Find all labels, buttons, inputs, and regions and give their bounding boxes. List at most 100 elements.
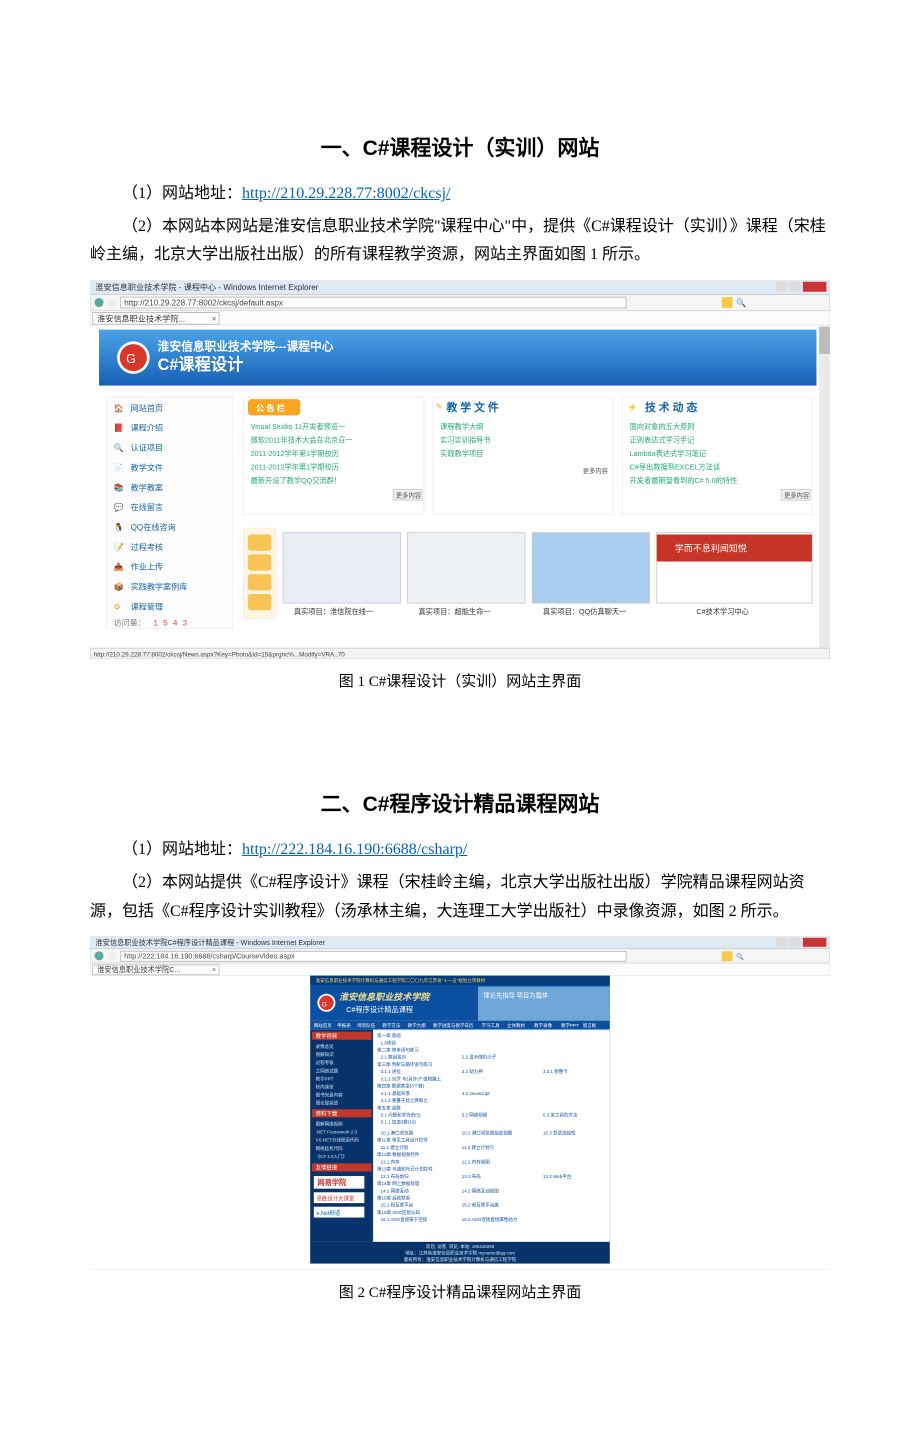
technews-item[interactable]: 面向对象的五大原则 [630, 422, 695, 431]
menu-item[interactable]: 立体教材 [507, 1023, 525, 1030]
content-row[interactable]: 5.2 网络视频 [462, 1112, 488, 1119]
content-row[interactable]: 第三章 判断与循环语句练习 [377, 1061, 432, 1068]
content-row[interactable]: 15.2 和互联平台路 [462, 1202, 500, 1209]
nav-cert[interactable]: 认证项目 [131, 443, 163, 453]
back-icon[interactable] [95, 298, 104, 307]
f2-tab[interactable]: 淮安信息职业技术学院C... [97, 965, 180, 974]
content-row[interactable]: 第五章 函数 [377, 1105, 401, 1112]
nav-cases[interactable]: 实践教学案例库 [131, 582, 188, 592]
content-row[interactable]: 14.1 网络互动 [381, 1188, 410, 1195]
bulletin-item[interactable]: 2011-2012学年第1学期校历 [251, 449, 339, 458]
tab-icon[interactable] [248, 594, 271, 610]
sb-item[interactable]: 教学PPT [316, 1076, 334, 1083]
tab-icon[interactable] [248, 574, 271, 590]
tab-icon[interactable] [248, 535, 271, 551]
refresh-icon[interactable] [722, 297, 733, 308]
sb-item[interactable]: 过程考核 [316, 1060, 334, 1067]
content-row[interactable]: 3.1.2 包罗 与(另外)个值和趣上 [381, 1076, 442, 1083]
content-row[interactable]: 11.2 建立计划只 [462, 1144, 495, 1151]
f2-urlbar[interactable]: http://222.184.16.190:6688/csharp/Course… [124, 952, 295, 961]
content-row[interactable]: 第13章 与通知与已计划控件 [377, 1166, 433, 1173]
content-row[interactable]: 14.2 网络互动视图 [462, 1188, 500, 1195]
content-row[interactable]: 3.2 助力神 [462, 1069, 484, 1076]
section2-url[interactable]: http://222.184.16.190:6688/csharp/ [242, 841, 467, 858]
nav-msg[interactable]: 在线留言 [131, 502, 163, 512]
sb-link[interactable]: 思胜设计大课堂 [317, 1195, 355, 1203]
f1-urlbar[interactable]: http://210.29.228.77:8002/ckcsj/default.… [124, 298, 283, 307]
content-row[interactable]: 第16章 ADO区别认知 [377, 1209, 421, 1216]
back-icon[interactable] [95, 952, 104, 961]
content-row[interactable]: 15.1 和互联平台 [381, 1202, 414, 1209]
f1-tab[interactable]: 淮安信息职业技术学院... [97, 314, 185, 324]
content-row[interactable]: 第11章 常见工具设计控件 [377, 1137, 428, 1144]
technews-item[interactable]: Lambda表达式学习笔记 [630, 449, 706, 458]
thumb-label[interactable]: 真实项目：淮信院在线一 [294, 607, 373, 616]
more-link[interactable]: 更多内容 [784, 491, 810, 500]
sb-link[interactable]: 网易学院 [317, 1178, 347, 1187]
thumb-label[interactable]: 真实项目：QQ仿真聊天一 [543, 607, 626, 616]
content-row[interactable]: 3.1.1 进位 [381, 1069, 402, 1076]
menu-item[interactable]: 教学进度与教学日历 [433, 1023, 474, 1030]
sb-link[interactable]: e.Net频道 [317, 1209, 341, 1217]
sb-item[interactable]: 网络挂机代码 [316, 1145, 343, 1152]
teachfile-item[interactable]: 实习实训指导书 [440, 436, 490, 445]
content-row[interactable]: 4.1.1 基础背景 [381, 1090, 411, 1097]
content-row[interactable]: 13.3 Web平台 [543, 1173, 572, 1180]
content-row[interactable]: 4.2 Javascript [462, 1091, 491, 1096]
nav-qq[interactable]: QQ在线咨询 [131, 522, 176, 532]
nav-files[interactable]: 教学文件 [131, 463, 163, 473]
sb-item[interactable]: 图书光盘内容 [316, 1092, 343, 1099]
close-icon[interactable]: × [212, 965, 216, 974]
more-link[interactable]: 更多内容 [396, 491, 422, 500]
content-row[interactable]: 4.1.2 重叠于此之两和之 [381, 1097, 429, 1104]
menu-item[interactable]: 教学方法 [382, 1023, 400, 1030]
forward-icon[interactable] [107, 298, 116, 307]
thumb-label[interactable]: C#技术学习中心 [696, 607, 748, 616]
nav-exam[interactable]: 过程考核 [131, 542, 163, 552]
technews-item[interactable]: 开发者最期望看到的C# 5.0的特性 [630, 476, 738, 485]
sb-item[interactable]: 《C# 4.0入门》 [316, 1153, 347, 1160]
sb-item[interactable]: 图解知识 [316, 1051, 334, 1058]
content-row[interactable]: 第一章 基础 [377, 1032, 401, 1039]
menu-item[interactable]: 学习工具 [482, 1023, 500, 1030]
teachfile-item[interactable]: 实践教学项目 [440, 449, 483, 458]
menu-item[interactable]: 教学录像 [534, 1023, 552, 1030]
technews-item[interactable]: 正则表达式学习手记 [630, 436, 695, 445]
menu-item[interactable]: 留言板 [583, 1023, 597, 1030]
bulletin-item[interactable]: Visual Studio 11开发者预览一 [251, 422, 346, 431]
content-row[interactable]: 1.0体验 [381, 1040, 397, 1047]
content-row[interactable]: 5.3 某工具的方法 [543, 1112, 578, 1119]
content-row[interactable]: 5.1 问题和字符串(5) [381, 1112, 422, 1119]
sb-item[interactable]: 校内课堂 [316, 1084, 334, 1091]
menu-item[interactable]: 教学PPT [561, 1023, 579, 1030]
content-row[interactable]: 第15章 后续联系 [377, 1195, 411, 1202]
content-row[interactable]: 第二章 简单语句练习 [377, 1047, 419, 1054]
sb-item[interactable]: 之网络试题 [316, 1068, 339, 1075]
content-row[interactable]: 5.1.1 加值3数(10) [381, 1119, 417, 1126]
content-row[interactable]: 10.1 港口浏览器 [381, 1130, 414, 1137]
nav-plans[interactable]: 教学教案 [131, 482, 163, 492]
section1-url[interactable]: http://210.29.228.77:8002/ckcsj/ [242, 185, 450, 202]
menu-item[interactable]: 师资队伍 [357, 1023, 375, 1030]
close-icon[interactable]: × [212, 315, 217, 324]
refresh-icon[interactable] [722, 952, 733, 962]
sb-item[interactable]: VS.NET分线程源代码 [316, 1137, 360, 1144]
more-link[interactable]: 更多内容 [583, 466, 609, 475]
sb-item[interactable]: 理论提高班 [316, 1100, 339, 1107]
bulletin-item[interactable]: 2011-2012学年第1学期校历 [251, 463, 339, 472]
content-row[interactable]: 12.2 内存视图 [462, 1159, 491, 1166]
content-row[interactable]: 2.2 显示随机沙子 [462, 1054, 497, 1061]
nav-intro[interactable]: 课程介绍 [131, 423, 163, 433]
menu-item[interactable]: 申报表 [337, 1023, 351, 1030]
content-row[interactable]: 13.1 布局划归 [381, 1173, 410, 1180]
content-row[interactable]: 12.1 内存 [381, 1159, 401, 1166]
bulletin-item[interactable]: 微软2011年技术大会在北京召一 [251, 436, 353, 445]
sb-item[interactable]: .NET Framework 2.0 [316, 1130, 358, 1135]
content-row[interactable]: 11.1 建立计划 [381, 1144, 409, 1151]
thumb-label[interactable]: 真实项目：超能生命一 [418, 607, 490, 616]
nav-admin[interactable]: 课程管理 [131, 602, 163, 612]
nav-home[interactable]: 网站首页 [131, 403, 163, 413]
content-row[interactable]: 13.2 布局 [462, 1173, 482, 1180]
teachfile-item[interactable]: 课程教学大纲 [440, 422, 483, 431]
content-row[interactable]: 10.2 港口浏览器指定视图 [462, 1130, 513, 1137]
